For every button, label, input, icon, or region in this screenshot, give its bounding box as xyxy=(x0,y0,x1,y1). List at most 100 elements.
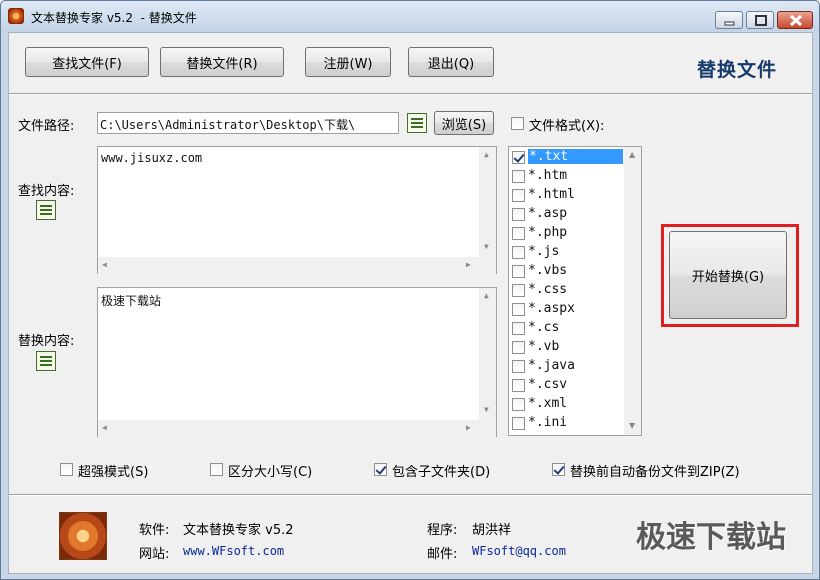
file-type-label: *.asp xyxy=(528,206,568,221)
find-hscrollbar[interactable]: ◀ ▶ xyxy=(98,257,496,274)
title-bar[interactable]: 文本替换专家 v5.2 - 替换文件 xyxy=(1,1,819,31)
file-type-checkbox[interactable] xyxy=(512,417,525,430)
path-picker-icon[interactable] xyxy=(407,113,427,133)
find-files-button[interactable]: 查找文件(F) xyxy=(25,47,149,77)
maximize-icon xyxy=(755,15,767,26)
file-type-label: *.java xyxy=(528,358,575,373)
register-button[interactable]: 注册(W) xyxy=(305,47,391,77)
file-type-checkbox[interactable] xyxy=(512,341,525,354)
file-type-item[interactable]: *.ini xyxy=(509,414,624,433)
file-type-label: *.ini xyxy=(528,415,568,430)
file-type-vscrollbar[interactable]: ▲ ▼ xyxy=(624,147,641,435)
file-format-checkbox[interactable] xyxy=(511,117,524,130)
file-type-label: *.txt xyxy=(528,149,623,164)
file-type-item[interactable]: *.html xyxy=(509,186,624,205)
start-replace-button[interactable]: 开始替换(G) xyxy=(669,231,787,319)
section-title: 替换文件 xyxy=(697,59,778,81)
find-options-icon[interactable] xyxy=(36,200,56,220)
match-case-label: 区分大小写(C) xyxy=(228,465,313,480)
divider xyxy=(9,93,812,95)
backup-zip-label: 替换前自动备份文件到ZIP(Z) xyxy=(570,465,740,480)
app-window: 文本替换专家 v5.2 - 替换文件 查找文件(F) 替换文件(R) 注册(W)… xyxy=(0,0,820,580)
close-icon xyxy=(789,14,803,27)
watermark: 极速下载站 xyxy=(636,520,786,555)
author-value: 胡洪祥 xyxy=(472,523,512,538)
file-type-item[interactable]: *.csv xyxy=(509,376,624,395)
find-vscrollbar[interactable]: ▲ ▼ xyxy=(479,147,496,257)
file-type-checkbox[interactable] xyxy=(512,379,525,392)
email-link[interactable]: WFsoft@qq.com xyxy=(472,544,566,558)
include-subfolders-label: 包含子文件夹(D) xyxy=(392,465,491,480)
super-mode-label: 超强模式(S) xyxy=(78,465,149,480)
exit-button[interactable]: 退出(Q) xyxy=(408,47,494,77)
software-value: 文本替换专家 v5.2 xyxy=(183,523,294,538)
backup-zip-checkbox[interactable] xyxy=(552,463,565,476)
file-type-item[interactable]: *.php xyxy=(509,224,624,243)
file-type-item[interactable]: *.cs xyxy=(509,319,624,338)
file-type-checkbox[interactable] xyxy=(512,398,525,411)
find-textarea[interactable]: www.jisuxz.com ▲ ▼ ◀ ▶ xyxy=(97,146,497,274)
file-type-list[interactable]: *.txt *.htm *.html *.asp *.php *.js *.vbs *.css… xyxy=(508,146,642,436)
replace-textarea[interactable]: 极速下载站 ▲ ▼ ◀ ▶ xyxy=(97,287,497,437)
file-format-label: 文件格式(X): xyxy=(529,119,605,134)
super-mode-checkbox[interactable] xyxy=(60,463,73,476)
file-type-label: *.php xyxy=(528,225,568,240)
replace-label: 替换内容: xyxy=(18,334,75,349)
client-area: 查找文件(F) 替换文件(R) 注册(W) 退出(Q) 替换文件 文件路径: C… xyxy=(8,32,813,574)
author-label: 程序: xyxy=(427,523,458,538)
replace-text: 极速下载站 xyxy=(101,294,162,308)
file-type-label: *.vb xyxy=(528,339,560,354)
file-type-checkbox[interactable] xyxy=(512,322,525,335)
file-type-item[interactable]: *.css xyxy=(509,281,624,300)
file-type-item[interactable]: *.asp xyxy=(509,205,624,224)
path-input[interactable]: C:\Users\Administrator\Desktop\下载\ xyxy=(97,112,399,134)
file-type-item[interactable]: *.htm xyxy=(509,167,624,186)
file-type-item[interactable]: *.vbs xyxy=(509,262,624,281)
website-label: 网站: xyxy=(139,547,170,562)
file-type-checkbox[interactable] xyxy=(512,265,525,278)
path-label: 文件路径: xyxy=(18,119,75,134)
file-type-checkbox[interactable] xyxy=(512,189,525,202)
window-title: 文本替换专家 v5.2 - 替换文件 xyxy=(31,11,197,25)
file-type-checkbox[interactable] xyxy=(512,303,525,316)
file-type-checkbox[interactable] xyxy=(512,360,525,373)
replace-hscrollbar[interactable]: ◀ ▶ xyxy=(98,420,496,437)
include-subfolders-checkbox[interactable] xyxy=(374,463,387,476)
file-type-checkbox[interactable] xyxy=(512,170,525,183)
app-logo-icon xyxy=(59,512,107,560)
file-type-label: *.js xyxy=(528,244,560,259)
file-type-label: *.css xyxy=(528,282,568,297)
minimize-icon xyxy=(724,21,735,26)
file-type-label: *.vbs xyxy=(528,263,568,278)
replace-options-icon[interactable] xyxy=(36,351,56,371)
software-label: 软件: xyxy=(139,523,170,538)
divider xyxy=(9,494,812,496)
file-type-item[interactable]: *.java xyxy=(509,357,624,376)
file-type-checkbox[interactable] xyxy=(512,151,525,164)
file-type-label: *.csv xyxy=(528,377,568,392)
file-type-checkbox[interactable] xyxy=(512,284,525,297)
file-type-checkbox[interactable] xyxy=(512,246,525,259)
match-case-checkbox[interactable] xyxy=(210,463,223,476)
file-type-checkbox[interactable] xyxy=(512,208,525,221)
file-type-checkbox[interactable] xyxy=(512,227,525,240)
find-text: www.jisuxz.com xyxy=(101,151,203,165)
minimize-button[interactable] xyxy=(715,11,743,29)
file-type-label: *.html xyxy=(528,187,575,202)
replace-vscrollbar[interactable]: ▲ ▼ xyxy=(479,288,496,420)
maximize-button[interactable] xyxy=(746,11,774,29)
app-logo-icon xyxy=(8,8,24,24)
file-type-item[interactable]: *.xml xyxy=(509,395,624,414)
email-label: 邮件: xyxy=(427,547,458,562)
file-type-item[interactable]: *.txt xyxy=(509,148,624,167)
file-type-label: *.htm xyxy=(528,168,568,183)
close-button[interactable] xyxy=(777,11,813,29)
browse-button[interactable]: 浏览(S) xyxy=(434,111,494,135)
file-type-item[interactable]: *.aspx xyxy=(509,300,624,319)
file-type-label: *.aspx xyxy=(528,301,575,316)
file-type-label: *.cs xyxy=(528,320,560,335)
file-type-item[interactable]: *.js xyxy=(509,243,624,262)
file-type-item[interactable]: *.vb xyxy=(509,338,624,357)
replace-files-button[interactable]: 替换文件(R) xyxy=(160,47,284,77)
website-link[interactable]: www.WFsoft.com xyxy=(183,544,284,558)
